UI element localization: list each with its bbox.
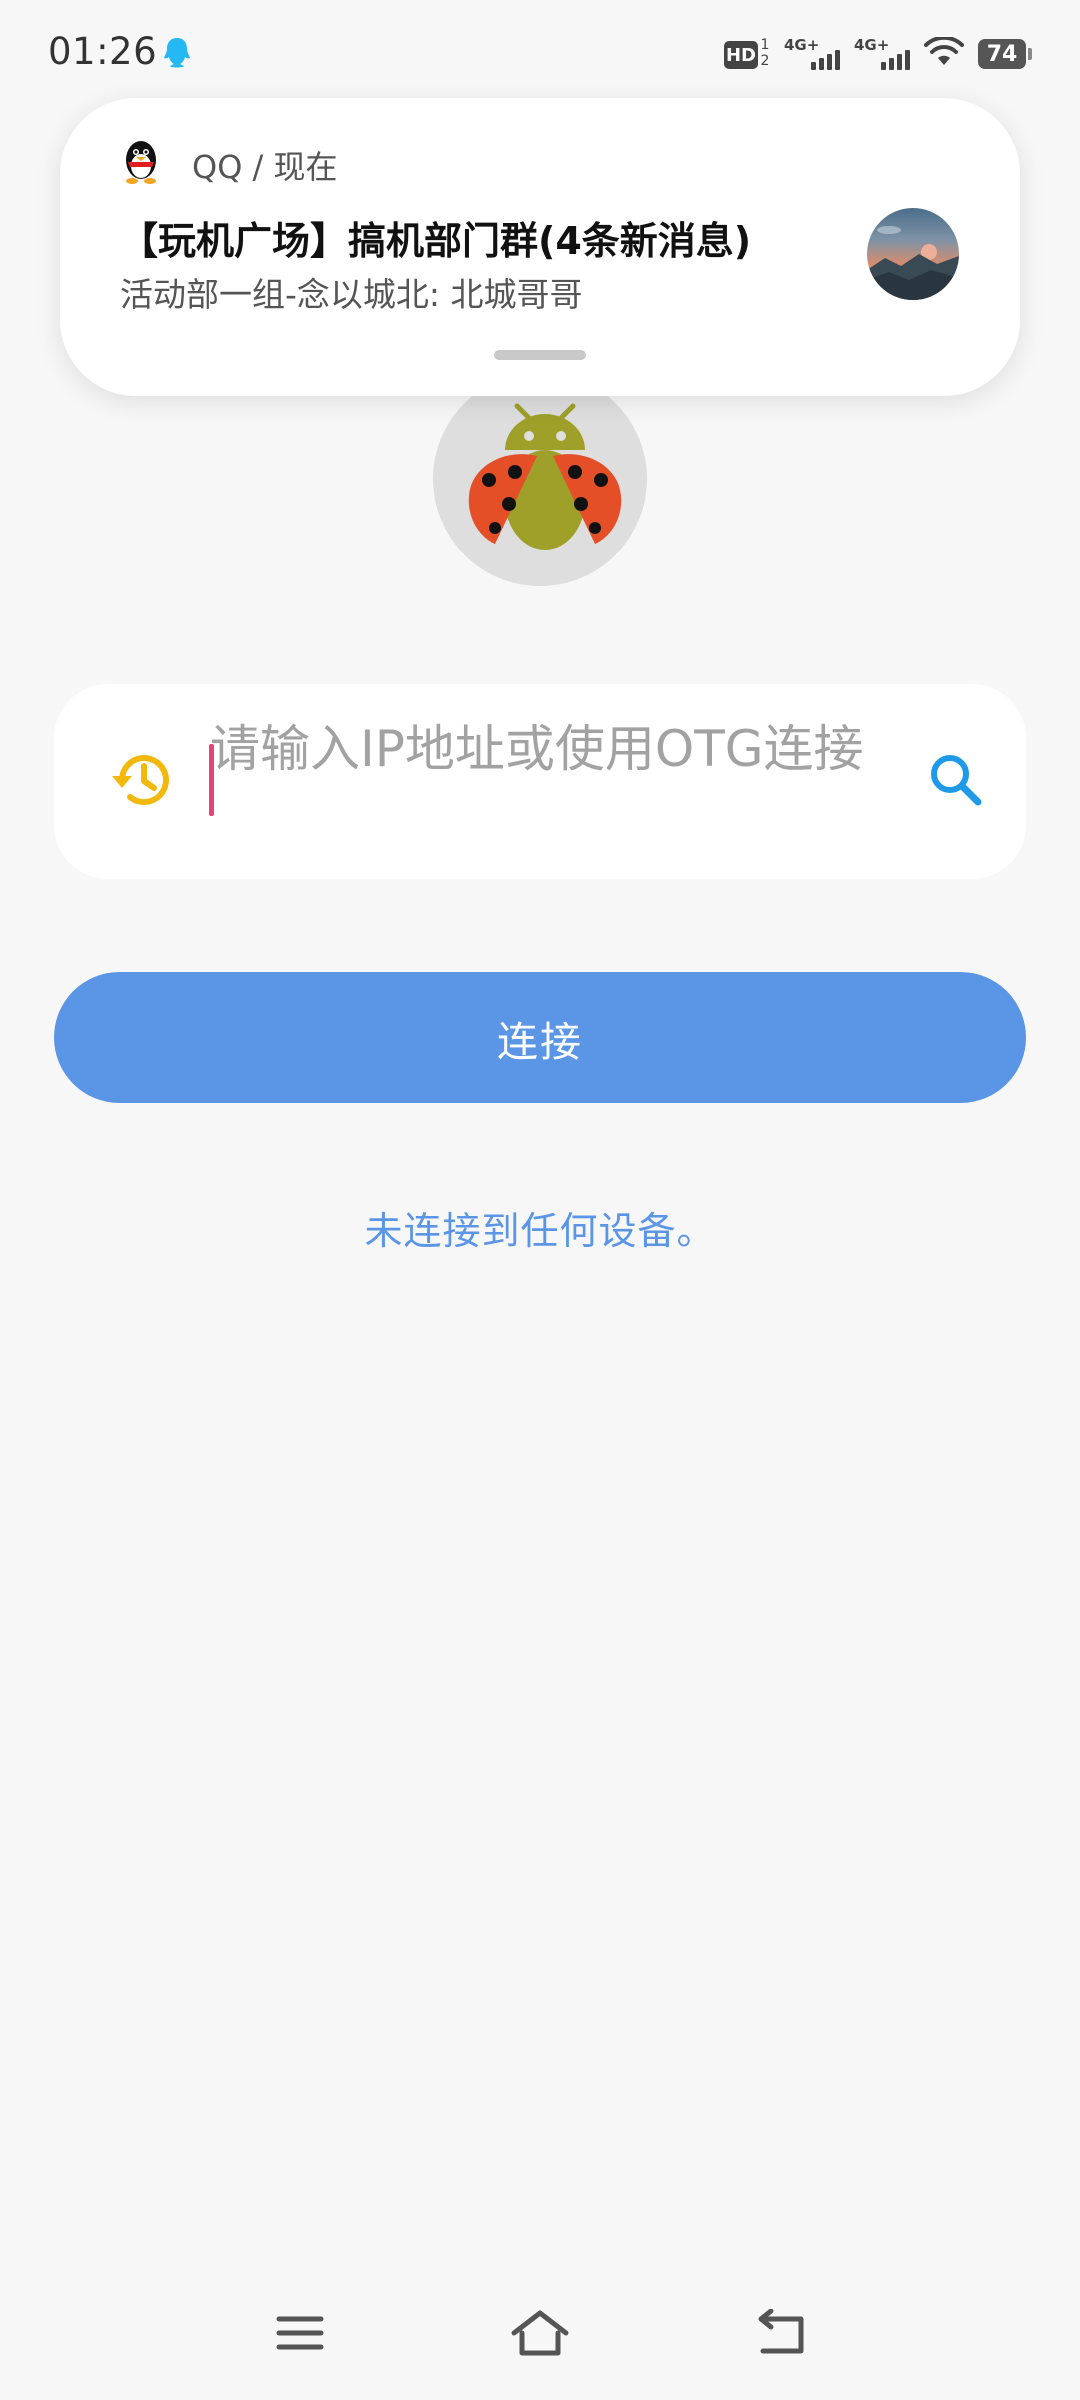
nav-home-button[interactable]: [485, 2290, 595, 2380]
screen: 01:26 HD 1 2 4G+ 4G+ 74 QQ / 现在 【玩机广场】搞机…: [0, 0, 1080, 2400]
connect-button[interactable]: 连接: [54, 972, 1026, 1103]
status-bar: 01:26 HD 1 2 4G+ 4G+ 74: [0, 0, 1080, 108]
qq-notification-card[interactable]: QQ / 现在 【玩机广场】搞机部门群(4条新消息) 活动部一组-念以城北: 北…: [60, 98, 1020, 396]
home-icon: [510, 2309, 570, 2361]
nav-back-button[interactable]: [725, 2290, 835, 2380]
ip-address-input[interactable]: [210, 720, 930, 850]
app-logo: [433, 372, 647, 586]
status-time: 01:26: [48, 30, 158, 73]
notification-body: 活动部一组-念以城北: 北城哥哥: [120, 275, 583, 314]
hd-sub-label: 1 2: [760, 37, 770, 69]
history-icon: [110, 750, 174, 814]
notification-drag-handle[interactable]: [494, 350, 586, 360]
battery-level: 74: [978, 39, 1026, 69]
search-icon: [928, 752, 984, 812]
navigation-bar: [0, 2290, 1080, 2380]
signal-2-icon: 4G+: [854, 36, 910, 72]
address-input-card: [54, 684, 1026, 879]
wifi-icon: [924, 35, 964, 71]
notification-app-line: QQ / 现在: [192, 148, 338, 186]
qq-penguin-icon: [120, 138, 162, 184]
search-button[interactable]: [914, 740, 998, 824]
signal-1-icon: 4G+: [784, 36, 840, 72]
history-button[interactable]: [102, 742, 182, 822]
hd-voice-icon: HD 1 2: [724, 37, 770, 71]
battery-icon: 74: [978, 39, 1032, 69]
notification-title: 【玩机广场】搞机部门群(4条新消息): [120, 219, 752, 263]
back-icon: [753, 2308, 807, 2361]
connection-status-message: 未连接到任何设备。: [364, 1209, 716, 1253]
qq-notification-icon: [162, 36, 192, 70]
hd-label: HD: [724, 41, 758, 69]
status-indicators: HD 1 2 4G+ 4G+ 74: [724, 34, 1032, 74]
sender-avatar: [867, 208, 959, 300]
nav-menu-button[interactable]: [245, 2290, 355, 2380]
menu-icon: [275, 2313, 325, 2357]
